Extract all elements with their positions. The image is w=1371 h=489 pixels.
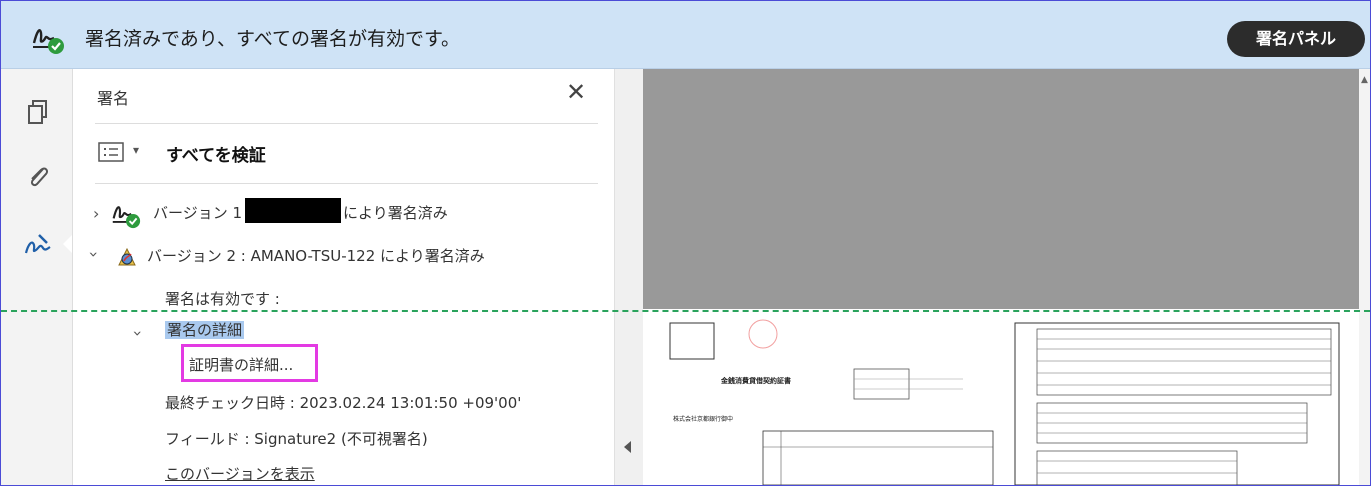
signature-valid-icon <box>32 29 64 54</box>
close-icon[interactable]: ✕ <box>563 79 589 105</box>
signature-status-bar: 署名済みであり、すべての署名が有効です。 署名パネル <box>1 1 1370 69</box>
divider <box>95 183 598 184</box>
signature-timestamp-icon <box>118 247 136 266</box>
dashed-guide-line <box>1 310 1370 312</box>
document-page-content <box>669 319 1340 486</box>
signature-details-item[interactable]: 署名の詳細 <box>165 319 245 340</box>
certificate-details-link[interactable]: 証明書の詳細... <box>189 354 293 375</box>
signature-panel: 署名 ✕ ▾ すべてを検証 › バージョン 1 : により署名済み › バージョ… <box>73 69 614 485</box>
panel-title: 署名 <box>97 89 130 108</box>
panel-splitter[interactable] <box>614 69 643 485</box>
scroll-up-icon[interactable]: ▲ <box>1361 75 1368 85</box>
chevron-down-icon[interactable]: › <box>129 330 148 336</box>
verify-all-button[interactable]: すべてを検証 <box>166 141 266 166</box>
vertical-scrollbar[interactable]: ▲ <box>1359 69 1370 485</box>
document-addressee: 株式会社京都銀行御中 <box>673 416 734 423</box>
view-version-link[interactable]: このバージョンを表示 <box>165 463 315 484</box>
signature-valid-text: 署名は有効です : <box>165 290 280 308</box>
document-page: 金銭消費貸借契約証書 株式会社京都銀行御中 <box>643 309 1359 486</box>
chevron-right-icon[interactable]: › <box>93 204 99 223</box>
version1-label[interactable]: バージョン 1 : <box>153 202 252 223</box>
field-text: フィールド : Signature2 (不可視署名) <box>165 430 428 448</box>
document-viewer[interactable]: 金銭消費貸借契約証書 株式会社京都銀行御中 <box>643 69 1359 486</box>
redacted-signer-name <box>245 198 341 223</box>
dropdown-caret-icon[interactable]: ▾ <box>133 143 139 157</box>
page-gap-area <box>643 69 1359 309</box>
document-title: 金銭消費貸借契約証書 <box>721 377 791 385</box>
last-checked-text: 最終チェック日時 : 2023.02.24 13:01:50 +09'00' <box>165 394 522 412</box>
attachment-icon[interactable] <box>23 161 53 191</box>
status-message: 署名済みであり、すべての署名が有効です。 <box>85 28 461 50</box>
divider <box>95 123 598 124</box>
version1-suffix[interactable]: により署名済み <box>343 202 448 223</box>
signature-pen-icon[interactable] <box>23 229 53 259</box>
chevron-down-icon[interactable]: › <box>85 251 104 257</box>
signature-panel-button[interactable]: 署名パネル <box>1227 21 1365 57</box>
options-menu-icon[interactable] <box>97 141 127 165</box>
collapse-panel-arrow-icon[interactable] <box>624 441 631 453</box>
left-tool-rail <box>1 69 73 485</box>
signature-details-label[interactable]: 署名の詳細 <box>165 321 245 339</box>
pages-icon[interactable] <box>23 97 53 127</box>
signature-valid-icon <box>112 206 141 229</box>
active-rail-pointer <box>63 235 72 253</box>
version2-label[interactable]: バージョン 2 : AMANO-TSU-122 により署名済み <box>147 245 485 266</box>
